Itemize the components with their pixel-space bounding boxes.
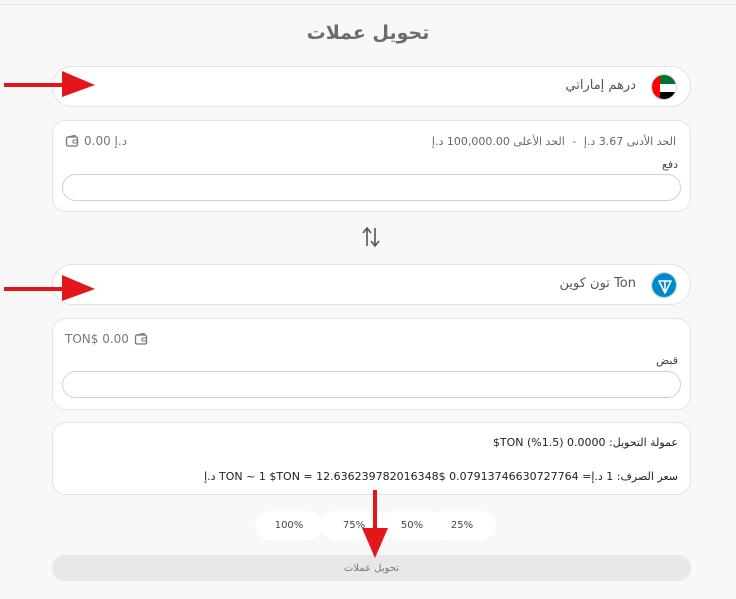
receive-card: TON$ 0.00 قبض [52,318,691,410]
limit-separator: - [572,135,577,148]
to-currency-name: Ton تون كوين [559,276,636,291]
percent-100-button[interactable]: 100% [255,511,323,540]
limits-text: الحد الأدنى 3.67 د.إ - الحد الأعلى 100,0… [430,135,678,148]
page-title: تحويل عملات [306,22,430,44]
exchange-rate-text: سعر الصرف: 1 د.إ= 0.07913746630727764 $T… [204,470,678,483]
pay-card: الحد الأدنى 3.67 د.إ - الحد الأعلى 100,0… [52,120,691,212]
to-currency-selector[interactable]: Ton تون كوين [52,264,691,305]
uae-flag-icon [651,74,677,100]
receive-balance: TON$ 0.00 [65,332,148,346]
receive-balance-value: TON$ 0.00 [65,332,129,346]
from-currency-selector[interactable]: درهم إماراتي [52,66,691,107]
from-currency-name: درهم إماراتي [565,78,636,93]
conversion-info-card: عمولة التحويل: 0.0000 (1.5%) TON$ سعر ال… [52,422,691,495]
top-divider [0,4,736,5]
convert-button[interactable]: تحويل عملات [52,555,691,581]
wallet-icon [134,332,148,345]
fee-text: عمولة التحويل: 0.0000 (1.5%) TON$ [492,436,678,449]
percent-25-button[interactable]: 25% [428,511,496,540]
pay-balance: 0.00 د.إ [65,134,127,148]
wallet-icon [65,134,79,147]
pay-balance-value: 0.00 د.إ [84,134,128,148]
receive-label: قبض [655,354,678,367]
ton-coin-icon [651,272,677,298]
receive-amount-input[interactable] [62,371,681,398]
swap-icon[interactable] [360,226,382,248]
pay-label: دفع [661,158,678,171]
pay-amount-input[interactable] [62,174,681,201]
limit-min: الحد الأدنى 3.67 د.إ [583,135,676,148]
limit-max: الحد الأعلى 100,000.00 د.إ [431,135,565,148]
